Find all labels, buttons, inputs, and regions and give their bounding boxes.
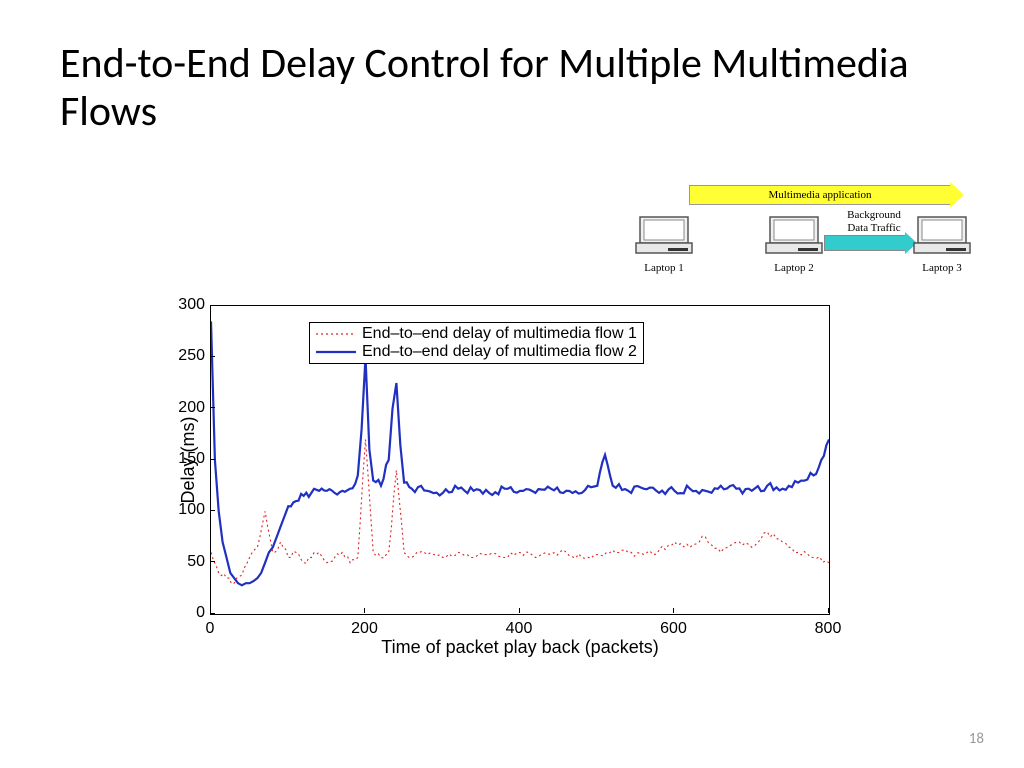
multimedia-arrow: Multimedia application [689,185,951,205]
laptop-3-icon: Laptop 3 [912,215,972,265]
background-traffic-arrow [824,235,906,251]
slide-title: End-to-End Delay Control for Multiple Mu… [60,40,964,137]
x-tick-label: 600 [660,620,687,638]
y-tick-label: 250 [170,347,205,365]
y-tick-label: 300 [170,296,205,314]
y-tick-label: 0 [170,604,205,622]
laptop-2-icon: Laptop 2 [764,215,824,265]
x-tick-label: 0 [206,620,215,638]
x-tick-label: 400 [506,620,533,638]
y-tick-label: 50 [170,553,205,571]
legend-entry-flow2: End–to–end delay of multimedia flow 2 [316,343,637,361]
network-diagram: Multimedia application Background Data T… [634,185,974,285]
plot-area: End–to–end delay of multimedia flow 1 En… [210,305,830,615]
x-tick-label: 800 [815,620,842,638]
chart-legend: End–to–end delay of multimedia flow 1 En… [309,322,644,364]
slide: End-to-End Delay Control for Multiple Mu… [0,0,1024,768]
y-tick-label: 200 [170,399,205,417]
y-tick-label: 100 [170,501,205,519]
laptop-1-icon: Laptop 1 [634,215,694,265]
delay-chart: Delay (ms) Time of packet play back (pac… [140,295,860,655]
x-tick-label: 200 [351,620,378,638]
x-axis-label: Time of packet play back (packets) [210,637,830,658]
page-number: 18 [969,730,984,748]
legend-entry-flow1: End–to–end delay of multimedia flow 1 [316,325,637,343]
y-tick-label: 150 [170,450,205,468]
series-flow1-line [211,440,829,584]
